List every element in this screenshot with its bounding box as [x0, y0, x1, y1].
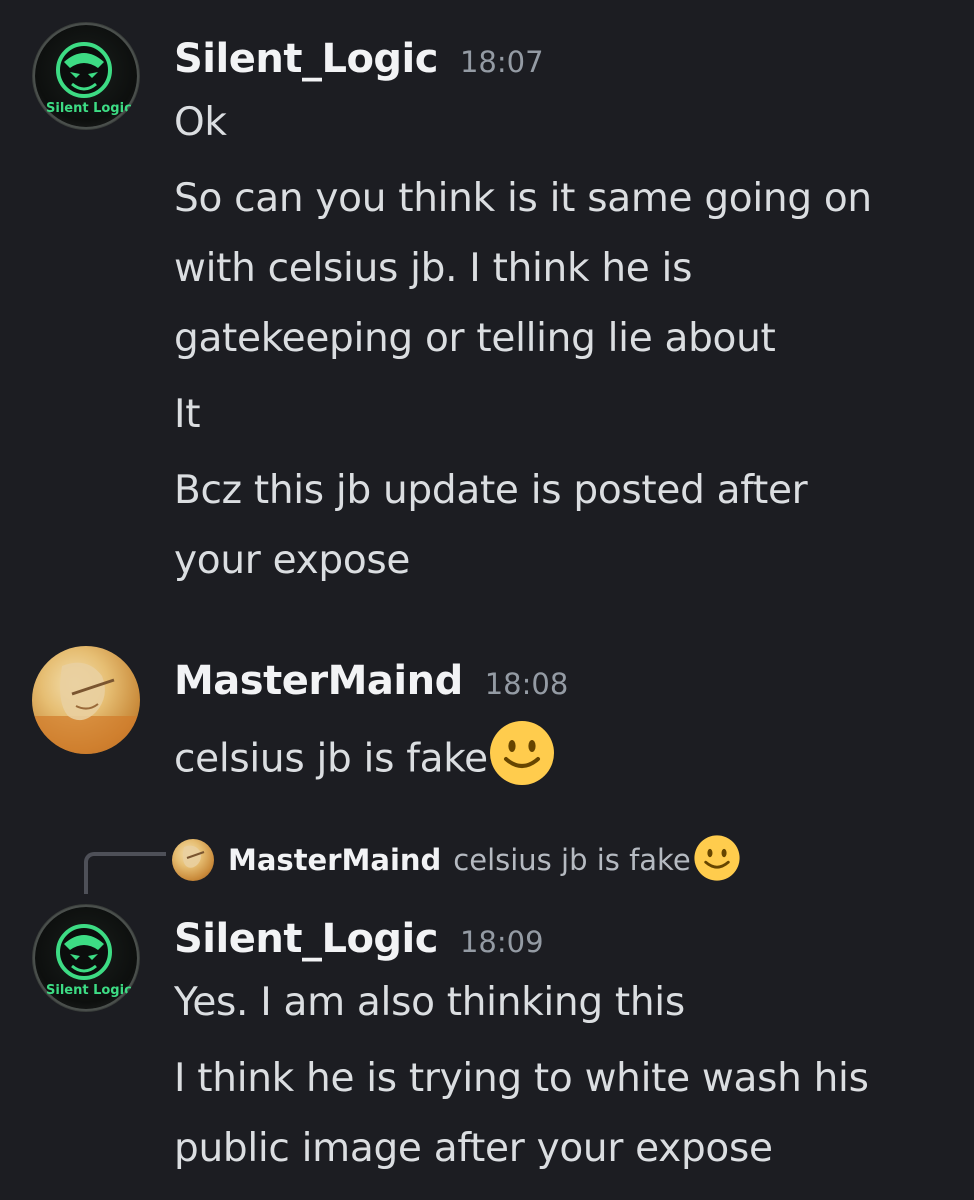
- message-line: Ok: [174, 100, 227, 145]
- username[interactable]: Silent_Logic: [174, 916, 438, 962]
- message-line: celsius jb is fake: [174, 719, 556, 800]
- message-line: your expose: [174, 538, 411, 583]
- message-line: I think he is trying to white wash his: [174, 1056, 869, 1101]
- message-line: public image after your expose: [174, 1126, 773, 1171]
- message-line: gatekeeping or telling lie about: [174, 316, 776, 361]
- message-header: Silent_Logic 18:09: [174, 916, 544, 962]
- timestamp: 18:08: [484, 667, 569, 701]
- message-header: MasterMaind 18:08: [174, 658, 568, 704]
- message-line: Bcz this jb update is posted after: [174, 468, 808, 513]
- avatar-illustration-icon: [32, 662, 140, 754]
- timestamp: 18:07: [459, 45, 544, 79]
- username[interactable]: Silent_Logic: [174, 36, 438, 82]
- reply-text: celsius jb is fake: [453, 843, 691, 877]
- message-header: Silent_Logic 18:07: [174, 36, 544, 82]
- avatar-illustration-icon: [182, 845, 205, 868]
- slightly-smiling-face-icon: [693, 834, 741, 886]
- avatar-text: Silent Logic: [46, 101, 132, 116]
- ninja-logo-icon: Silent Logic: [33, 905, 139, 1011]
- ninja-logo-icon: Silent Logic: [33, 23, 139, 129]
- avatar-silent-logic[interactable]: Silent Logic: [32, 904, 140, 1012]
- message-line: with celsius jb. I think he is: [174, 246, 693, 291]
- timestamp: 18:09: [459, 925, 544, 959]
- reply-avatar: [172, 839, 214, 881]
- message-text: celsius jb is fake: [174, 736, 488, 782]
- reply-preview[interactable]: MasterMaind celsius jb is fake: [172, 834, 741, 886]
- username[interactable]: MasterMaind: [174, 658, 463, 704]
- avatar-silent-logic[interactable]: Silent Logic: [32, 22, 140, 130]
- message-line: Yes. I am also thinking this: [174, 980, 685, 1025]
- reply-author[interactable]: MasterMaind: [228, 843, 441, 877]
- avatar-mastermaind[interactable]: [32, 646, 140, 754]
- message-line: So can you think is it same going on: [174, 176, 872, 221]
- message-line: It: [174, 392, 201, 437]
- reply-connector: [84, 852, 166, 894]
- avatar-text: Silent Logic: [46, 983, 132, 998]
- slightly-smiling-face-icon: [488, 719, 556, 797]
